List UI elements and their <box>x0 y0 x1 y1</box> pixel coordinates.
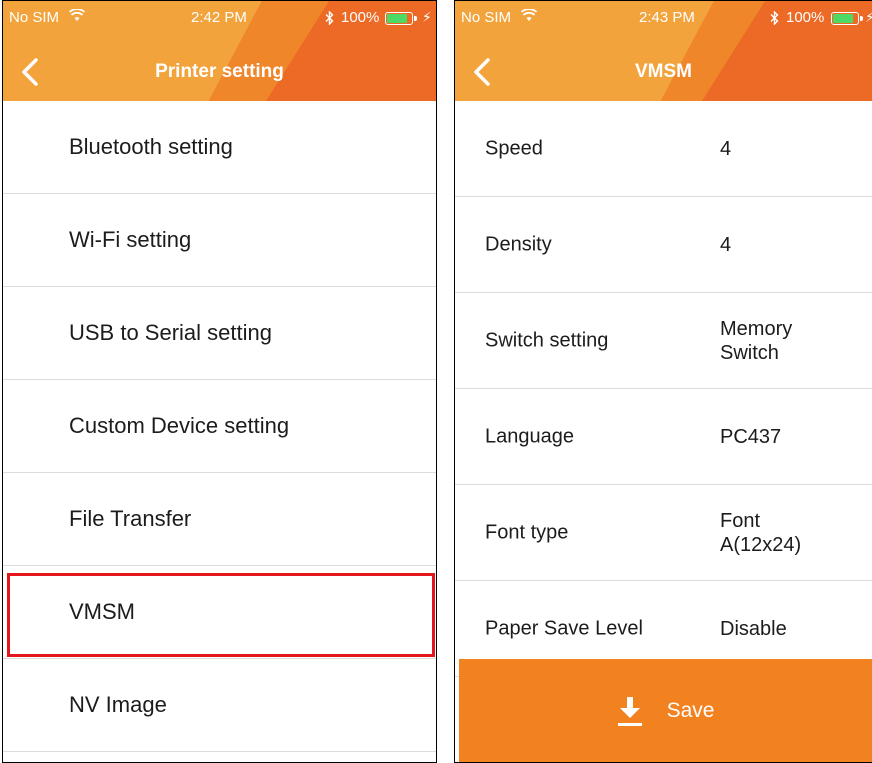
save-button[interactable]: Save <box>459 659 872 762</box>
status-bar: No SIM 2:42 PM 100% ⚡ <box>3 1 436 35</box>
setting-value[interactable]: Font A(12x24) <box>720 509 801 557</box>
setting-label: Switch setting <box>485 329 609 351</box>
setting-value[interactable]: 4 <box>720 233 850 257</box>
menu-item-nv-image[interactable]: NV Image <box>3 659 436 752</box>
charging-icon: ⚡ <box>422 9 432 25</box>
setting-value[interactable]: Memory Switch <box>720 317 815 365</box>
setting-row-speed[interactable]: Speed 4 <box>455 101 872 197</box>
setting-row-font-type[interactable]: Font type Font A(12x24) <box>455 485 872 581</box>
bluetooth-icon <box>325 11 334 25</box>
setting-label: Density <box>485 233 552 255</box>
status-time: 2:43 PM <box>639 9 695 26</box>
save-label: Save <box>666 698 715 722</box>
setting-value[interactable]: PC437 <box>720 425 850 449</box>
printer-setting-screen: No SIM 2:42 PM 100% ⚡ Printer setting Bl… <box>2 0 437 763</box>
battery-percent: 100% <box>341 9 380 26</box>
status-bar: No SIM 2:43 PM 100% ⚡ <box>455 1 872 35</box>
header-bar: No SIM 2:43 PM 100% ⚡ VMSM <box>455 1 872 101</box>
setting-value[interactable]: Disable <box>720 617 850 641</box>
menu-item-custom-device-setting[interactable]: Custom Device setting <box>3 380 436 473</box>
nav-bar: VMSM <box>455 51 872 95</box>
header-bar: No SIM 2:42 PM 100% ⚡ Printer setting <box>3 1 436 101</box>
setting-row-density[interactable]: Density 4 <box>455 197 872 293</box>
charging-icon: ⚡ <box>865 9 872 26</box>
setting-value[interactable]: 4 <box>720 137 850 161</box>
menu-item-file-transfer[interactable]: File Transfer <box>3 473 436 566</box>
menu-item-wifi-setting[interactable]: Wi-Fi setting <box>3 194 436 287</box>
vmsm-settings-list: Speed 4 Density 4 Switch setting Memory … <box>455 101 872 677</box>
menu-item-usb-to-serial-setting[interactable]: USB to Serial setting <box>3 287 436 380</box>
battery-percent: 100% <box>786 9 825 26</box>
status-time: 2:42 PM <box>191 9 247 26</box>
setting-label: Paper Save Level <box>485 617 643 639</box>
menu-item-bluetooth-setting[interactable]: Bluetooth setting <box>3 101 436 194</box>
nav-bar: Printer setting <box>3 51 436 95</box>
settings-menu-list: Bluetooth setting Wi-Fi setting USB to S… <box>3 101 436 752</box>
carrier-label: No SIM <box>9 9 60 26</box>
setting-row-language[interactable]: Language PC437 <box>455 389 872 485</box>
vmsm-screen: No SIM 2:43 PM 100% ⚡ VMSM Speed <box>454 0 872 763</box>
setting-label: Language <box>485 425 574 447</box>
battery-icon <box>385 12 417 25</box>
battery-icon <box>831 12 863 25</box>
setting-row-switch-setting[interactable]: Switch setting Memory Switch <box>455 293 872 389</box>
wifi-icon <box>69 9 85 21</box>
bluetooth-icon <box>770 11 779 25</box>
wifi-icon <box>521 9 537 21</box>
carrier-label: No SIM <box>461 9 512 26</box>
setting-label: Font type <box>485 521 569 543</box>
page-title: Printer setting <box>155 61 284 82</box>
download-icon <box>617 696 642 726</box>
page-title: VMSM <box>635 61 692 82</box>
menu-item-vmsm[interactable]: VMSM <box>3 566 436 659</box>
setting-label: Speed <box>485 137 543 159</box>
